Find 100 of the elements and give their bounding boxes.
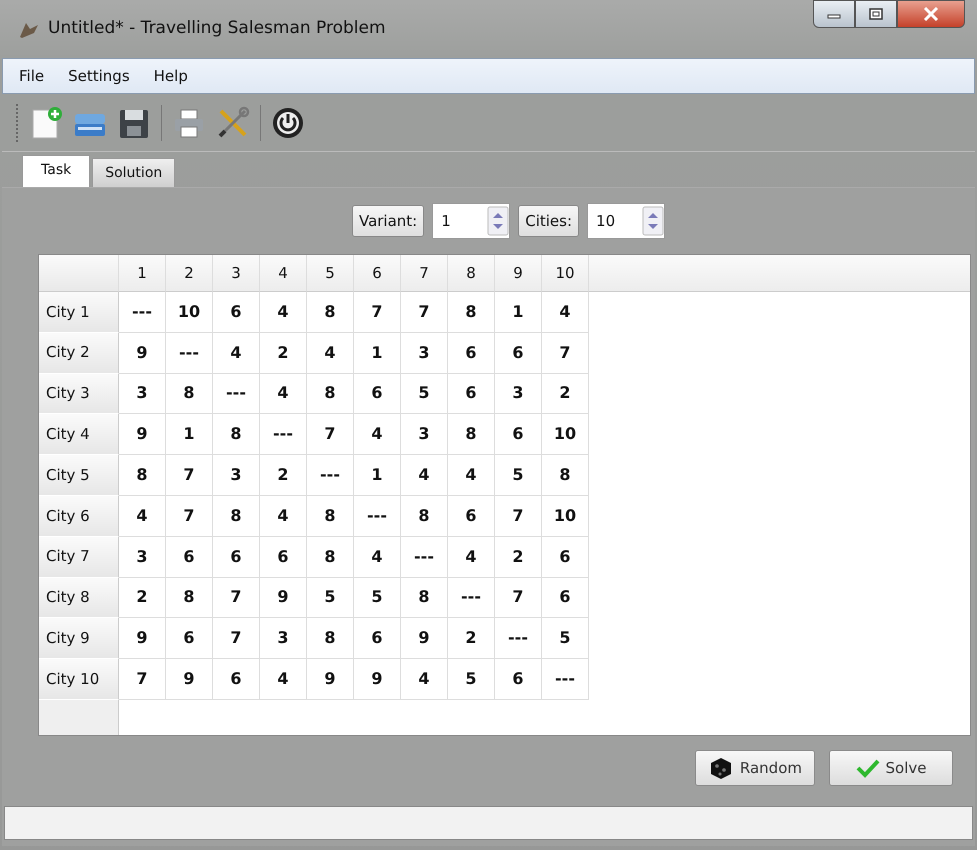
table-cell: 9 bbox=[119, 332, 166, 374]
spin-box[interactable]: 10 bbox=[587, 203, 666, 239]
minimize-button[interactable] bbox=[813, 0, 855, 28]
column-header: 5 bbox=[307, 255, 354, 292]
spin-box[interactable]: 1 bbox=[432, 203, 510, 239]
table-cell: 6 bbox=[166, 618, 213, 660]
power-icon[interactable] bbox=[271, 106, 305, 140]
row-header: City 1 bbox=[39, 292, 119, 333]
row-header: City 10 bbox=[39, 659, 119, 700]
table-cell: 5 bbox=[542, 618, 589, 660]
table-cell: 9 bbox=[401, 618, 448, 660]
row-header: City 5 bbox=[39, 455, 119, 496]
table-cell: 9 bbox=[166, 659, 213, 700]
table-cell: 8 bbox=[307, 536, 354, 578]
table-cell: 7 bbox=[495, 496, 542, 537]
row-header: City 7 bbox=[39, 536, 119, 578]
table-cell: 5 bbox=[495, 455, 542, 496]
spin-arrows-icon[interactable] bbox=[642, 206, 664, 236]
table-cell: --- bbox=[401, 536, 448, 578]
table-cell: 2 bbox=[260, 332, 307, 374]
column-header: 9 bbox=[495, 255, 542, 292]
table-cell: 4 bbox=[542, 292, 589, 333]
table-cell: 2 bbox=[542, 374, 589, 414]
table-cell: --- bbox=[307, 455, 354, 496]
table-cell: 3 bbox=[401, 332, 448, 374]
table-cell: 10 bbox=[166, 292, 213, 333]
table-cell: 5 bbox=[354, 578, 401, 618]
menu-item[interactable]: Help bbox=[144, 62, 198, 90]
tools-icon[interactable] bbox=[216, 106, 250, 140]
table-cell: 4 bbox=[260, 374, 307, 414]
row-header: City 8 bbox=[39, 578, 119, 618]
table-cell: 6 bbox=[354, 618, 401, 660]
table-cell: 8 bbox=[307, 618, 354, 660]
table-cell: 8 bbox=[448, 414, 495, 456]
column-header: 4 bbox=[260, 255, 307, 292]
column-header: 2 bbox=[166, 255, 213, 292]
row-header: City 4 bbox=[39, 414, 119, 456]
table-cell: 4 bbox=[448, 536, 495, 578]
close-button[interactable] bbox=[897, 0, 965, 28]
table-cell: 7 bbox=[166, 455, 213, 496]
table-cell: 3 bbox=[119, 374, 166, 414]
table-cell: 9 bbox=[119, 618, 166, 660]
spin-arrows-icon[interactable] bbox=[487, 206, 510, 236]
table-cell: 7 bbox=[354, 292, 401, 333]
table-cell: --- bbox=[166, 332, 213, 374]
table-cell: 6 bbox=[213, 659, 260, 700]
table-cell: 8 bbox=[448, 292, 495, 333]
table-cell: 8 bbox=[166, 578, 213, 618]
table-cell: 4 bbox=[260, 292, 307, 333]
table-cell: 6 bbox=[495, 414, 542, 456]
close-icon bbox=[923, 7, 939, 21]
table-cell: 4 bbox=[260, 659, 307, 700]
row-header: City 6 bbox=[39, 496, 119, 537]
table-cell: 4 bbox=[260, 496, 307, 537]
maximize-icon bbox=[869, 8, 883, 20]
column-header: 3 bbox=[213, 255, 260, 292]
table-cell: 8 bbox=[307, 292, 354, 333]
column-header: 7 bbox=[401, 255, 448, 292]
table-cell: 3 bbox=[119, 536, 166, 578]
table-cell: 9 bbox=[119, 414, 166, 456]
row-header: City 9 bbox=[39, 618, 119, 660]
tab[interactable]: Solution bbox=[92, 158, 176, 187]
table-cell: 8 bbox=[213, 414, 260, 456]
table-cell: 7 bbox=[542, 332, 589, 374]
table-cell: 7 bbox=[119, 659, 166, 700]
table-cell: 7 bbox=[166, 496, 213, 537]
table-cell: 7 bbox=[213, 578, 260, 618]
table-cell: --- bbox=[119, 292, 166, 333]
table-cell: 7 bbox=[495, 578, 542, 618]
menu-item[interactable]: Settings bbox=[58, 62, 140, 90]
table-cell: --- bbox=[354, 496, 401, 537]
solve-button[interactable]: Solve bbox=[829, 750, 953, 786]
table-cell: --- bbox=[260, 414, 307, 456]
table-cell: 3 bbox=[495, 374, 542, 414]
table-cell: 4 bbox=[213, 332, 260, 374]
table-cell: --- bbox=[213, 374, 260, 414]
random-button[interactable]: Random bbox=[694, 750, 815, 786]
table-cell: 8 bbox=[166, 374, 213, 414]
field-label: Cities: bbox=[518, 204, 580, 238]
table-cell: 3 bbox=[401, 414, 448, 456]
maximize-button[interactable] bbox=[855, 0, 897, 28]
table-cell: 4 bbox=[354, 536, 401, 578]
column-header: 8 bbox=[448, 255, 495, 292]
table-cell: 2 bbox=[260, 455, 307, 496]
table-cell: 1 bbox=[495, 292, 542, 333]
tab[interactable]: Task bbox=[22, 155, 90, 187]
table-cell: 6 bbox=[213, 292, 260, 333]
window-title: Untitled* - Travelling Salesman Problem bbox=[48, 17, 386, 40]
table-cell: --- bbox=[448, 578, 495, 618]
table-cell: 1 bbox=[354, 455, 401, 496]
table-cell: 1 bbox=[354, 332, 401, 374]
table-cell: 4 bbox=[401, 659, 448, 700]
table-cell: 8 bbox=[542, 455, 589, 496]
menu-item[interactable]: File bbox=[9, 62, 54, 90]
table-cell: 8 bbox=[307, 496, 354, 537]
table-cell: --- bbox=[542, 659, 589, 700]
table-cell: 5 bbox=[401, 374, 448, 414]
table-cell: 10 bbox=[542, 414, 589, 456]
table-cell: 6 bbox=[448, 374, 495, 414]
column-header: 10 bbox=[542, 255, 589, 292]
